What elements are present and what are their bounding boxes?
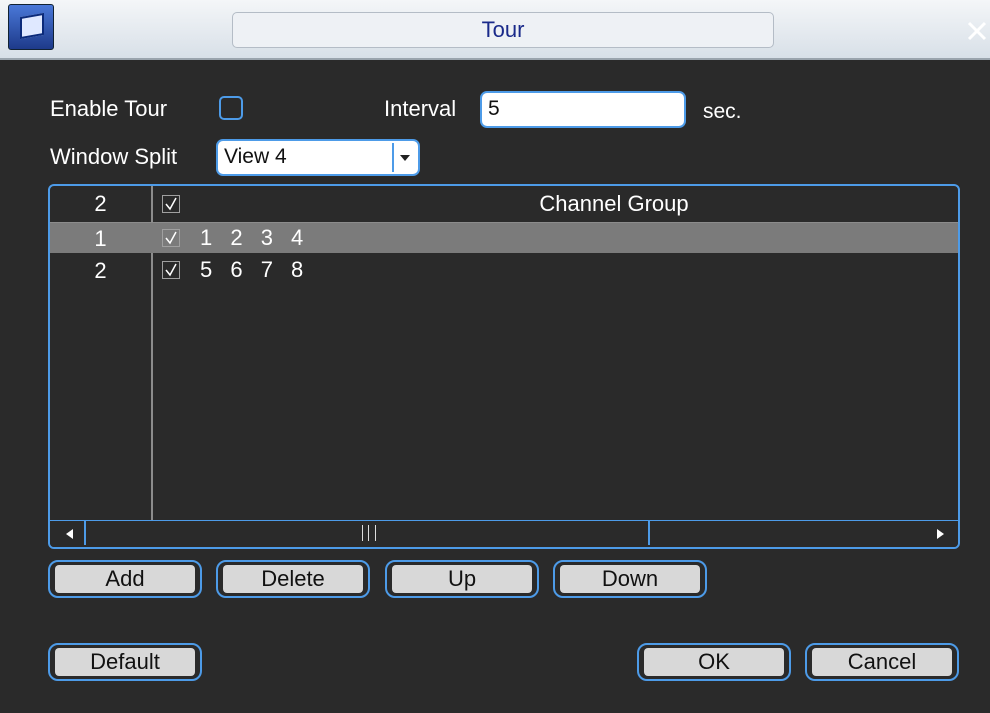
title-bar: Tour [0,0,990,60]
scrollbar-thumb[interactable] [84,521,650,545]
cancel-button[interactable]: Cancel [805,643,959,681]
channel-group-header: Channel Group [539,191,689,216]
scroll-left-icon[interactable] [60,524,80,544]
grip-icon [362,525,376,541]
down-button-label: Down [601,566,659,591]
delete-button-label: Delete [261,566,325,591]
delete-button[interactable]: Delete [216,560,370,598]
default-button[interactable]: Default [48,643,202,681]
chevron-down-icon[interactable] [392,143,416,172]
row-checkbox[interactable] [162,229,180,247]
interval-label: Interval [384,96,457,121]
close-icon[interactable] [964,18,990,44]
enable-tour-checkbox[interactable] [219,96,243,120]
interval-value: 5 [488,97,500,120]
row-number: 1 [94,226,107,251]
select-all-checkbox[interactable] [162,195,180,213]
table-row[interactable]: 1 1 2 3 4 [50,223,958,253]
interval-input[interactable]: 5 [480,91,686,128]
add-button[interactable]: Add [48,560,202,598]
window-title: Tour [481,17,525,42]
enable-tour-label: Enable Tour [50,96,168,121]
add-button-label: Add [105,566,145,591]
scroll-right-icon[interactable] [930,524,950,544]
row-number: 2 [94,258,107,283]
table-row[interactable]: 2 5 6 7 8 [50,255,958,285]
title-field: Tour [232,12,774,48]
horizontal-scrollbar[interactable] [50,520,958,547]
row-channels: 5 6 7 8 [200,257,310,282]
row-channels: 1 2 3 4 [200,225,310,250]
window-split-label: Window Split [50,144,178,169]
down-button[interactable]: Down [553,560,707,598]
app-monitor-icon [8,4,54,50]
window-split-value: View 4 [224,145,287,168]
channel-group-table: 2 Channel Group 1 1 2 3 4 2 5 6 7 8 [48,184,960,549]
ok-button[interactable]: OK [637,643,791,681]
interval-unit: sec. [703,100,742,123]
window-split-select[interactable]: View 4 [216,139,420,176]
table-header: 2 Channel Group [50,186,958,223]
tour-dialog: Tour Enable Tour Interval 5 sec. Window … [0,0,990,713]
default-button-label: Default [90,649,160,674]
row-count: 2 [94,191,107,216]
row-checkbox[interactable] [162,261,180,279]
ok-button-label: OK [698,649,730,674]
up-button[interactable]: Up [385,560,539,598]
up-button-label: Up [447,566,477,591]
cancel-button-label: Cancel [847,649,917,674]
